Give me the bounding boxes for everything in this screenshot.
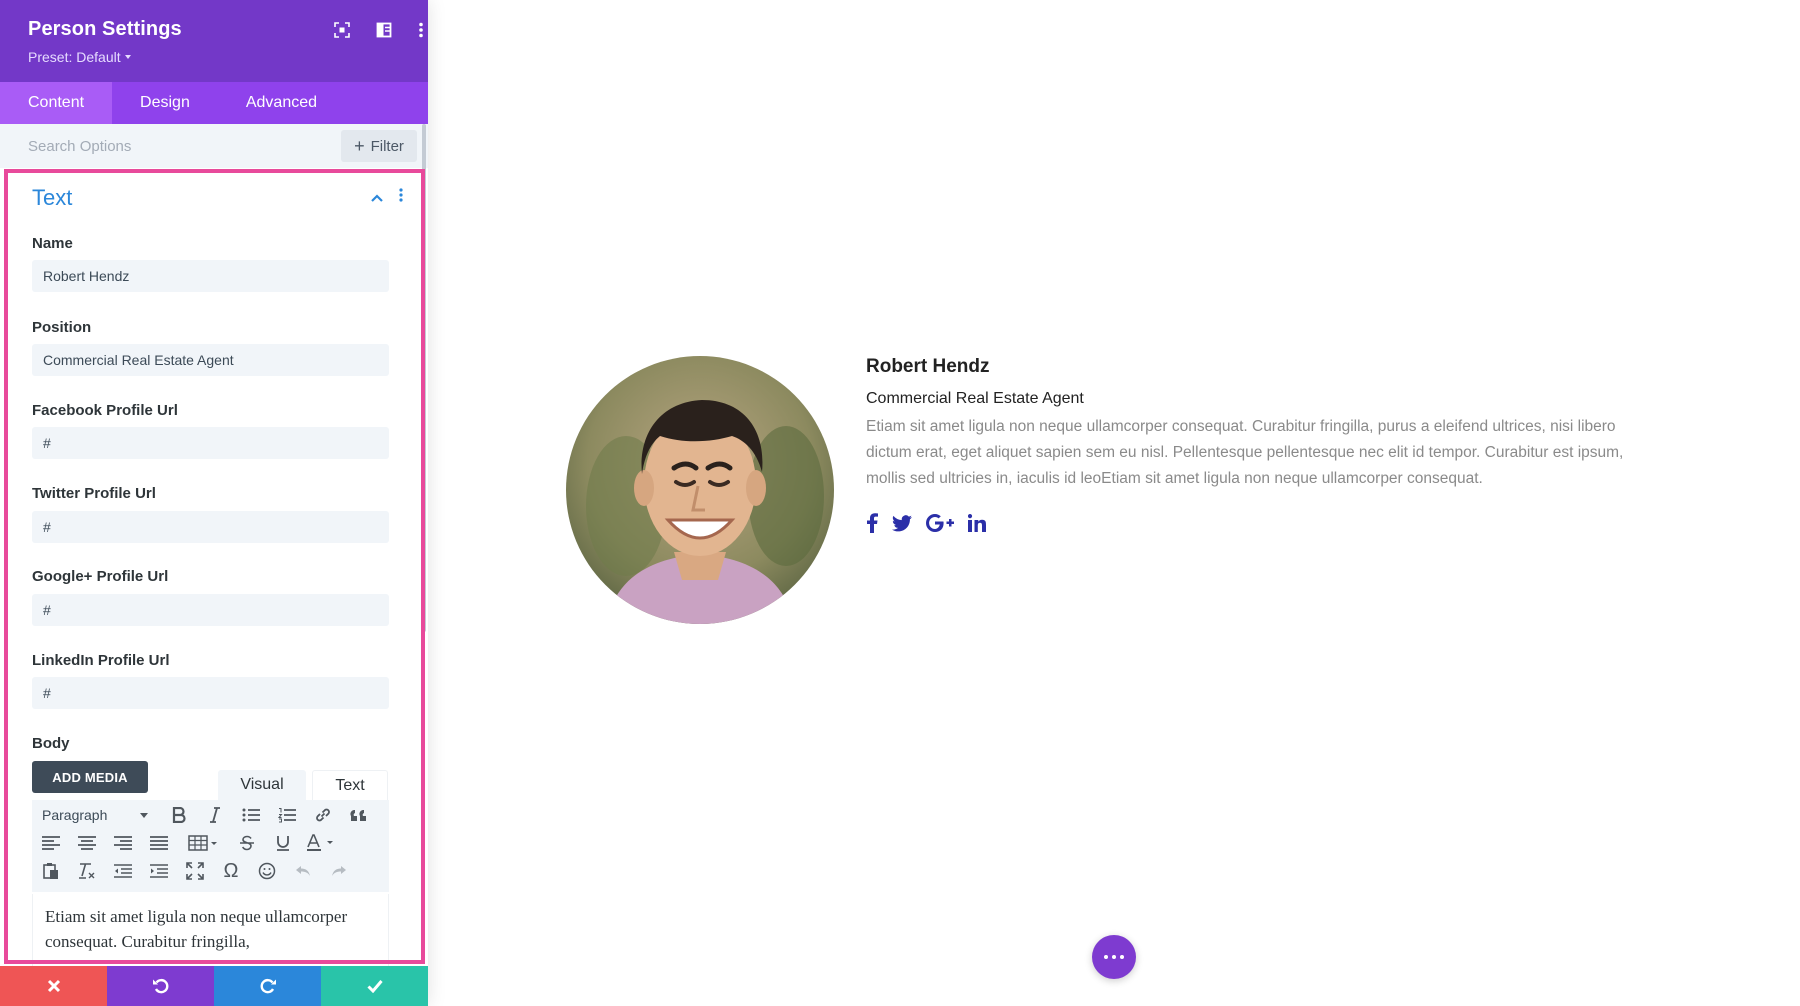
tab-advanced[interactable]: Advanced <box>218 82 345 124</box>
omega-glyph: Ω <box>223 859 239 882</box>
tab-content[interactable]: Content <box>0 82 113 124</box>
editor-content-text: Etiam sit amet ligula non neque ullamcor… <box>45 907 348 951</box>
position-label: Position <box>32 319 92 336</box>
app-window: Person Settings Preset: Default Content … <box>0 0 1800 1006</box>
google-plus-icon[interactable] <box>926 512 954 534</box>
outdent-icon[interactable] <box>112 860 134 882</box>
body-label: Body <box>32 735 70 752</box>
format-select[interactable]: Paragraph <box>42 804 154 826</box>
undo-icon <box>152 978 168 994</box>
search-options-input[interactable] <box>28 134 328 158</box>
person-description: Etiam sit amet ligula non neque ullamcor… <box>866 418 1624 487</box>
social-links <box>866 512 986 534</box>
caret-down-icon <box>140 813 148 818</box>
filter-button[interactable]: + Filter <box>341 130 417 162</box>
facebook-url-input[interactable] <box>32 427 389 459</box>
person-name: Robert Hendz <box>866 356 990 377</box>
dot-icon <box>1104 955 1108 959</box>
link-icon[interactable] <box>312 804 334 826</box>
align-left-icon[interactable] <box>40 832 62 854</box>
editor-content-area[interactable]: Etiam sit amet ligula non neque ullamcor… <box>32 894 389 966</box>
fullscreen-icon[interactable] <box>184 860 206 882</box>
toolbar-row-2 <box>32 828 389 856</box>
person-position: Commercial Real Estate Agent <box>866 390 1084 407</box>
text-color-icon[interactable] <box>304 832 338 854</box>
italic-icon[interactable] <box>204 804 226 826</box>
redo-editor-icon[interactable] <box>328 860 350 882</box>
special-character-icon[interactable]: Ω <box>220 860 242 882</box>
preset-label: Preset: Default <box>28 49 121 65</box>
undo-editor-icon[interactable] <box>292 860 314 882</box>
emoji-icon[interactable] <box>256 860 278 882</box>
editor-toolbar: Paragraph Ω <box>32 800 389 892</box>
options-panel: Text Name Position Facebook Profile Url … <box>0 168 428 966</box>
add-media-button[interactable]: ADD MEDIA <box>32 761 148 793</box>
bold-icon[interactable] <box>168 804 190 826</box>
facebook-url-label: Facebook Profile Url <box>32 402 178 419</box>
justify-icon[interactable] <box>148 832 170 854</box>
editor-tab-text[interactable]: Text <box>312 770 388 800</box>
sidebar-scrollbar[interactable] <box>422 124 426 632</box>
expand-icon[interactable] <box>331 19 353 41</box>
editor-tab-visual[interactable]: Visual <box>218 770 306 800</box>
save-button[interactable] <box>321 966 428 1006</box>
linkedin-icon[interactable] <box>968 512 986 534</box>
page-preview: Robert Hendz Commercial Real Estate Agen… <box>428 0 1800 1006</box>
redo-icon <box>260 978 276 994</box>
twitter-url-label: Twitter Profile Url <box>32 485 156 502</box>
blockquote-icon[interactable] <box>348 804 370 826</box>
twitter-icon[interactable] <box>892 512 912 534</box>
toolbar-row-3: Ω <box>32 856 389 884</box>
search-bar: + Filter <box>0 124 428 168</box>
redo-button[interactable] <box>214 966 321 1006</box>
align-right-icon[interactable] <box>112 832 134 854</box>
settings-sidebar: Person Settings Preset: Default Content … <box>0 0 428 1006</box>
name-input[interactable] <box>32 260 389 292</box>
paste-icon[interactable] <box>40 860 62 882</box>
group-more-icon[interactable] <box>398 187 410 207</box>
underline-icon[interactable] <box>272 832 294 854</box>
page-settings-fab[interactable] <box>1092 935 1136 979</box>
toolbar-row-1: Paragraph <box>32 800 389 828</box>
indent-icon[interactable] <box>148 860 170 882</box>
person-photo <box>566 356 834 624</box>
plus-icon: + <box>354 136 365 156</box>
bullet-list-icon[interactable] <box>240 804 262 826</box>
clear-format-icon[interactable] <box>76 860 98 882</box>
undo-button[interactable] <box>107 966 214 1006</box>
position-input[interactable] <box>32 344 389 376</box>
twitter-url-input[interactable] <box>32 511 389 543</box>
dot-icon <box>1112 955 1116 959</box>
googleplus-url-input[interactable] <box>32 594 389 626</box>
sidebar-header: Person Settings Preset: Default <box>0 0 428 82</box>
googleplus-url-label: Google+ Profile Url <box>32 568 169 585</box>
filter-label: Filter <box>370 137 404 155</box>
sidebar-title: Person Settings <box>28 18 182 40</box>
settings-tabs: Content Design Advanced <box>0 82 428 124</box>
more-vertical-icon[interactable] <box>410 19 432 41</box>
chevron-up-icon[interactable] <box>370 190 388 204</box>
sidebar-layout-icon[interactable] <box>373 19 395 41</box>
discard-button[interactable] <box>0 966 107 1006</box>
text-group-title[interactable]: Text <box>32 185 72 211</box>
sidebar-footer <box>0 966 428 1006</box>
tab-design[interactable]: Design <box>112 82 218 124</box>
strikethrough-icon[interactable] <box>236 832 258 854</box>
facebook-icon[interactable] <box>866 512 878 534</box>
table-icon[interactable] <box>186 832 220 854</box>
linkedin-url-input[interactable] <box>32 677 389 709</box>
name-label: Name <box>32 235 73 252</box>
discard-icon <box>47 979 60 993</box>
dot-icon <box>1120 955 1124 959</box>
numbered-list-icon[interactable] <box>276 804 298 826</box>
caret-down-icon <box>124 55 131 60</box>
save-icon <box>366 980 383 993</box>
format-select-value: Paragraph <box>42 807 108 823</box>
linkedin-url-label: LinkedIn Profile Url <box>32 652 170 669</box>
preset-dropdown[interactable]: Preset: Default <box>28 49 131 65</box>
align-center-icon[interactable] <box>76 832 98 854</box>
